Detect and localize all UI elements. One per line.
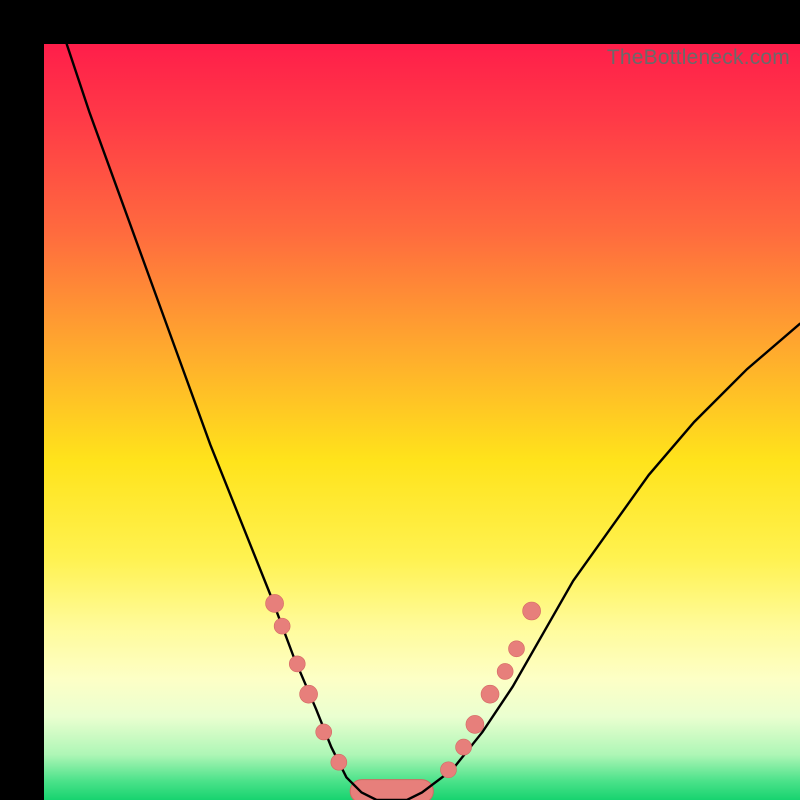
curve-marker (456, 739, 472, 755)
curve-marker (331, 754, 347, 770)
curve-marker (481, 685, 499, 703)
chart-svg (44, 44, 800, 800)
curve-marker (266, 594, 284, 612)
curve-marker (300, 685, 318, 703)
curve-marker (316, 724, 332, 740)
bottom-marker-band (350, 780, 433, 800)
curve-marker (289, 656, 305, 672)
curve-marker (440, 762, 456, 778)
chart-frame: TheBottleneck.com (0, 0, 800, 800)
bottleneck-curve (67, 44, 800, 800)
curve-markers (266, 594, 541, 777)
curve-marker (466, 715, 484, 733)
curve-marker (274, 618, 290, 634)
curve-marker (509, 641, 525, 657)
curve-marker (497, 663, 513, 679)
curve-marker (523, 602, 541, 620)
plot-area: TheBottleneck.com (44, 44, 800, 800)
